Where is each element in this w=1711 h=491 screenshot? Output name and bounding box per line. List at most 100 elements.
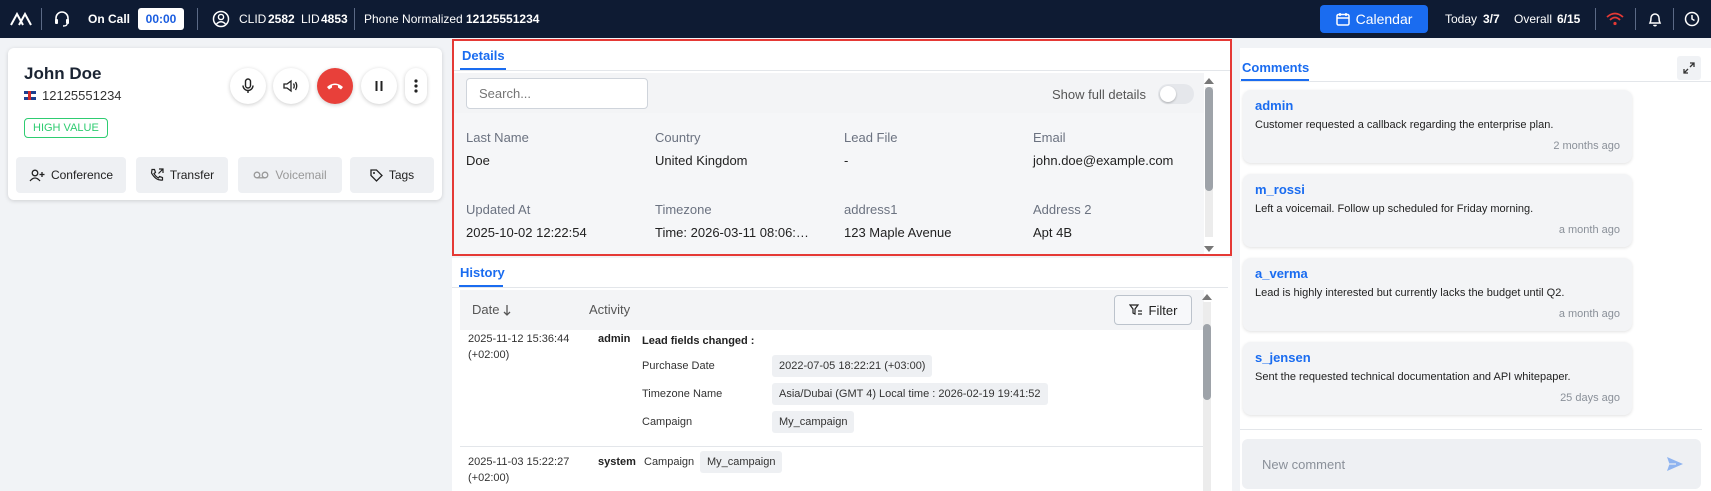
more-options-button[interactable] [405, 68, 427, 104]
voicemail-button[interactable]: Voicemail [238, 157, 342, 193]
calendar-button[interactable]: Calendar [1320, 5, 1428, 33]
field-value: john.doe@example.com [1033, 153, 1174, 168]
phone-forward-icon [150, 168, 164, 181]
field-value: Apt 4B [1033, 225, 1073, 240]
bell-icon[interactable] [1648, 0, 1662, 38]
uk-flag-icon [24, 91, 36, 100]
expand-icon [1683, 62, 1695, 74]
comment-text: Customer requested a callback regarding … [1255, 119, 1554, 131]
history-value-chip: My_campaign [700, 451, 783, 473]
more-vertical-icon [414, 79, 418, 93]
new-comment-input[interactable]: New comment [1242, 439, 1701, 489]
field-label: Country [655, 130, 701, 145]
voicemail-label: Voicemail [275, 168, 327, 182]
overall-label: Overall [1514, 12, 1553, 26]
tab-history[interactable]: History [460, 265, 505, 280]
tags-button[interactable]: Tags [350, 157, 434, 193]
comment-text: Lead is highly interested but currently … [1255, 287, 1565, 299]
transfer-button[interactable]: Transfer [136, 157, 228, 193]
comment-card: m_rossi Left a voicemail. Follow up sche… [1243, 174, 1632, 247]
lid-label: LID [301, 12, 320, 26]
history-field: Campaign [642, 416, 693, 428]
scroll-down-arrow[interactable] [1204, 246, 1214, 252]
overall-value: 6/15 [1557, 12, 1581, 26]
details-search-input[interactable] [466, 78, 648, 109]
speaker-button[interactable] [273, 68, 309, 104]
clid-label: CLID [239, 12, 267, 26]
field-value: 123 Maple Avenue [844, 225, 952, 240]
comment-text: Left a voicemail. Follow up scheduled fo… [1255, 203, 1534, 215]
high-value-badge: HIGH VALUE [24, 118, 108, 138]
date-column-header[interactable]: Date [472, 302, 511, 317]
history-field: Campaign [644, 456, 695, 468]
scroll-up-arrow[interactable] [1204, 78, 1214, 84]
tab-details[interactable]: Details [462, 48, 505, 63]
field-value: United Kingdom [655, 153, 748, 168]
details-field-grid: Last Name Doe Country United Kingdom Lea… [454, 113, 1204, 254]
phone-hangup-icon [327, 83, 343, 90]
pause-icon [375, 81, 383, 91]
tab-comments[interactable]: Comments [1242, 60, 1309, 75]
phone-normalized-label: Phone Normalized [364, 12, 463, 26]
scrollbar-thumb[interactable] [1205, 87, 1213, 191]
history-scrollbar[interactable] [1203, 302, 1211, 491]
hangup-button[interactable] [317, 68, 353, 104]
conference-button[interactable]: Conference [16, 157, 126, 193]
field-label: Email [1033, 130, 1066, 145]
wifi-icon[interactable] [1606, 0, 1624, 38]
call-timer: 00:00 [138, 8, 184, 30]
details-scrollbar[interactable] [1205, 87, 1213, 237]
expand-comments-button[interactable] [1677, 56, 1701, 80]
scroll-up-arrow[interactable] [1202, 294, 1212, 300]
new-comment-placeholder: New comment [1262, 457, 1346, 472]
history-date: 2025-11-03 15:22:27 [468, 456, 570, 468]
lid-value: 4853 [321, 12, 348, 26]
calendar-label: Calendar [1355, 11, 1413, 27]
conference-label: Conference [50, 168, 114, 182]
app-logo[interactable] [10, 0, 32, 38]
send-icon [1667, 457, 1683, 471]
comment-time: a month ago [1558, 224, 1620, 236]
filter-label: Filter [1148, 302, 1178, 318]
contact-phone-row: 12125551234 [24, 88, 122, 103]
field-value: 2025-10-02 12:22:54 [466, 225, 587, 240]
field-label: Last Name [466, 130, 529, 145]
history-field: Purchase Date [642, 360, 715, 372]
details-panel: Details Show full details Last Name Doe … [452, 39, 1232, 256]
clock-icon[interactable] [1684, 0, 1700, 38]
top-bar: On Call 00:00 CLID 2582 LID 4853 Phone N… [0, 0, 1711, 38]
phone-normalized-value: 12125551234 [466, 12, 540, 26]
filter-button[interactable]: Filter [1114, 295, 1192, 325]
contact-phone: 12125551234 [42, 88, 122, 103]
divider [41, 8, 42, 30]
history-title: Lead fields changed : [642, 335, 755, 347]
show-full-details-label: Show full details [1052, 87, 1146, 102]
calendar-icon [1335, 13, 1350, 26]
sort-down-icon [504, 304, 511, 316]
divider [1240, 81, 1711, 82]
scrollbar-thumb[interactable] [1203, 324, 1211, 400]
comment-card: s_jensen Sent the requested technical do… [1243, 342, 1632, 415]
send-comment-button[interactable] [1657, 446, 1693, 482]
comment-card: a_verma Lead is highly interested but cu… [1243, 258, 1632, 331]
field-value: - [844, 153, 849, 168]
history-panel: History Date Activity 2025-11-12 15:36:4… [452, 258, 1232, 491]
divider [197, 8, 198, 30]
voicemail-icon [253, 171, 269, 179]
history-table-header: Date Activity [460, 290, 1204, 330]
mute-button[interactable] [230, 68, 266, 104]
comment-author: s_jensen [1255, 350, 1311, 365]
field-value: Time: 2026-03-11 08:06:… [655, 225, 809, 240]
tag-icon [370, 168, 383, 182]
history-user: admin [598, 333, 631, 345]
field-label: Updated At [466, 202, 531, 217]
divider [1673, 8, 1674, 30]
field-label: address1 [844, 202, 898, 217]
comment-time: 2 months ago [1553, 140, 1620, 152]
row-divider [460, 446, 1204, 447]
hold-button[interactable] [361, 68, 397, 104]
history-timezone: (+02:00) [468, 349, 510, 361]
show-full-details-toggle[interactable] [1158, 84, 1194, 104]
divider [452, 287, 1228, 288]
history-date: 2025-11-12 15:36:44 [468, 333, 570, 345]
